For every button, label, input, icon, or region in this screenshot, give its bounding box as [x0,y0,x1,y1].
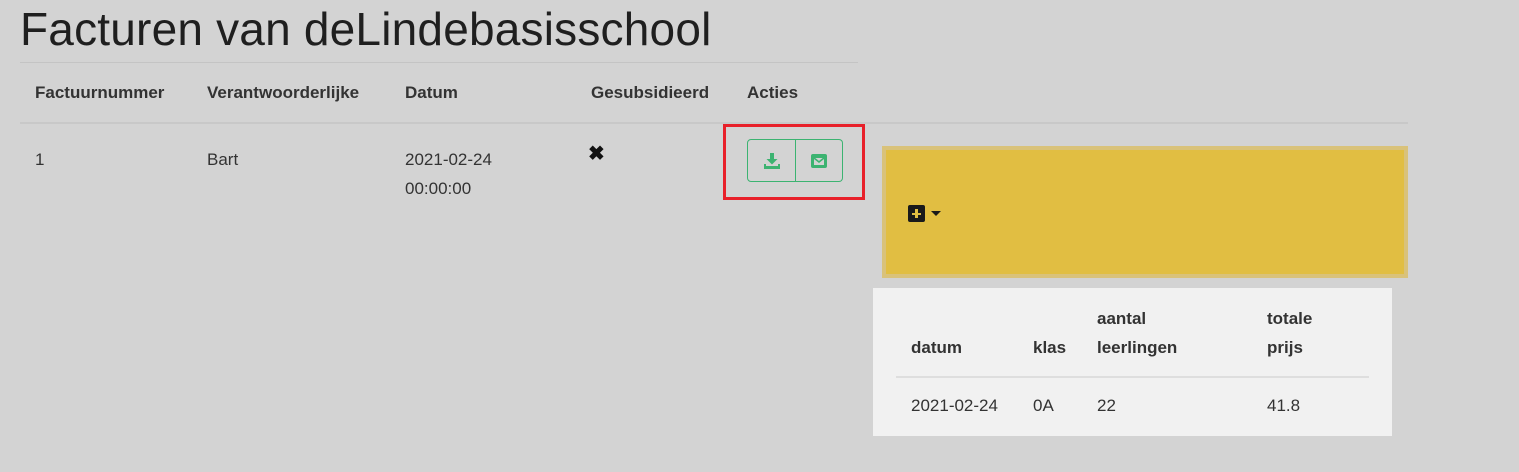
column-header-invoice-number: Factuurnummer [35,83,165,102]
detail-header-total: totale prijs [1267,304,1312,362]
title-divider [20,62,858,63]
detail-header-date: datum [911,338,962,357]
invoices-page: Facturen van deLindebasisschool Factuurn… [0,0,1519,472]
detail-header-class: klas [1033,338,1067,357]
plus-square-icon [908,205,925,222]
download-button[interactable] [747,139,796,182]
detail-header-divider [896,376,1369,378]
not-subsidized-icon: ✖ [588,143,605,165]
detail-cell-class: 0A [1033,396,1054,415]
download-icon [763,152,780,169]
cell-responsible: Bart [207,150,239,169]
column-header-responsible: Verantwoorderlijke [207,83,360,102]
detail-cell-date: 2021-02-24 [911,396,998,415]
cell-date: 2021-02-24 00:00:00 [405,150,492,198]
column-header-actions: Acties [747,83,799,102]
action-button-group [747,139,843,182]
detail-header-total-line1: totale [1267,309,1313,328]
caret-down-icon [931,211,941,216]
detail-header-students-line2: leerlingen [1097,338,1178,357]
envelope-icon [811,153,827,168]
detail-header-students-line1: aantal [1097,309,1147,328]
add-item-panel [882,146,1408,278]
header-divider [20,122,1408,124]
detail-cell-students: 22 [1097,396,1116,415]
column-header-date: Datum [405,83,458,102]
detail-header-total-line2: prijs [1267,338,1303,357]
column-header-subsidized: Gesubsidieerd [591,83,710,102]
add-dropdown-toggle[interactable] [908,205,941,222]
cell-invoice-number: 1 [35,150,45,169]
page-title: Facturen van deLindebasisschool [20,3,712,55]
email-button[interactable] [796,139,843,182]
detail-table: datum klas aantal leerlingen totale prij… [873,288,1392,436]
detail-header-students: aantal leerlingen [1097,304,1177,362]
detail-cell-total: 41.8 [1267,396,1301,415]
